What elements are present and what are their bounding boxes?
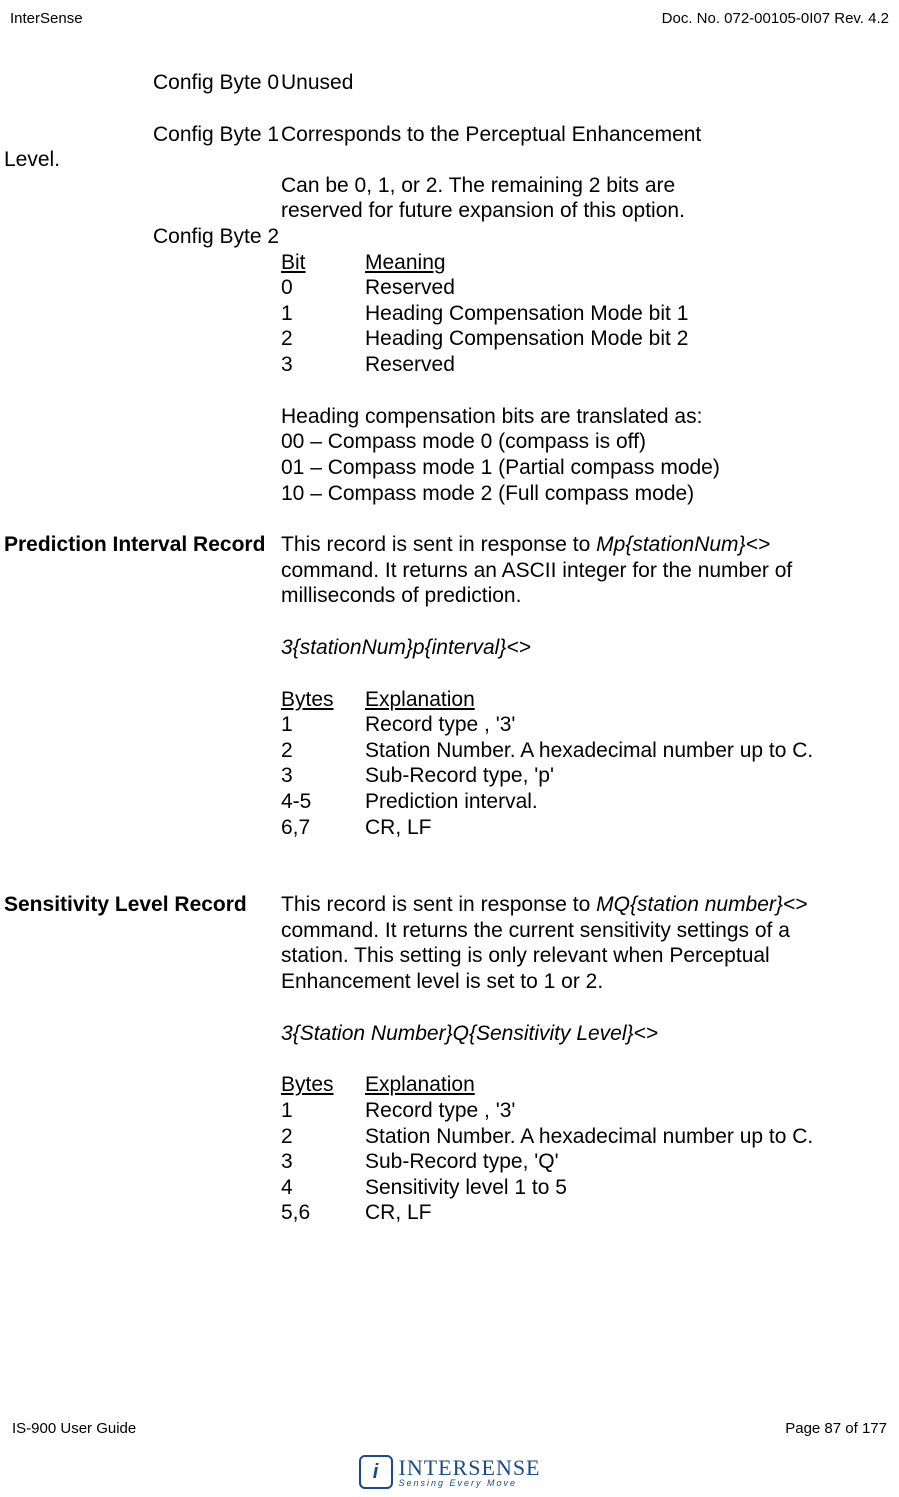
config-byte-0-value: Unused bbox=[281, 70, 899, 96]
config-byte-1-level: Level. bbox=[0, 147, 60, 173]
config-byte-2-label: Config Byte 2 bbox=[0, 224, 281, 250]
bytes-cell: 4-5 bbox=[281, 789, 365, 815]
bytes-cell: 1 bbox=[281, 712, 365, 738]
page-footer: IS-900 User Guide Page 87 of 177 bbox=[0, 1420, 899, 1437]
expl-cell: Prediction interval. bbox=[365, 789, 889, 815]
bytes-cell: 3 bbox=[281, 763, 365, 789]
logo-main-text: INTERSENSE bbox=[399, 1457, 541, 1479]
bytes-cell: 2 bbox=[281, 738, 365, 764]
config-byte-1-line1: Corresponds to the Perceptual Enhancemen… bbox=[281, 122, 899, 148]
bit-cell: 0 bbox=[281, 275, 365, 301]
expl-cell: Station Number. A hexadecimal number up … bbox=[365, 1124, 889, 1150]
compass-mode-0: 00 – Compass mode 0 (compass is off) bbox=[281, 429, 899, 455]
bytes-cell: 3 bbox=[281, 1149, 365, 1175]
page-content: Config Byte 0 Unused Config Byte 1 Corre… bbox=[0, 70, 899, 1226]
compass-mode-1: 01 – Compass mode 1 (Partial compass mod… bbox=[281, 455, 899, 481]
translated-intro: Heading compensation bits are translated… bbox=[281, 404, 899, 430]
expl-cell: Station Number. A hexadecimal number up … bbox=[365, 738, 889, 764]
expl-cell: CR, LF bbox=[365, 815, 889, 841]
expl-cell: CR, LF bbox=[365, 1200, 889, 1226]
expl-cell: Sub-Record type, 'p' bbox=[365, 763, 889, 789]
prediction-desc-line3: milliseconds of prediction. bbox=[281, 583, 899, 609]
bytes-cell: 5,6 bbox=[281, 1200, 365, 1226]
bytes-cell: 2 bbox=[281, 1124, 365, 1150]
prediction-desc-line2: command. It returns an ASCII integer for… bbox=[281, 558, 899, 584]
sensitivity-desc-line3: station. This setting is only relevant w… bbox=[281, 943, 899, 969]
compass-mode-2: 10 – Compass mode 2 (Full compass mode) bbox=[281, 481, 899, 507]
footer-right: Page 87 of 177 bbox=[785, 1420, 887, 1437]
sensitivity-format: 3{Station Number}Q{Sensitivity Level}<> bbox=[281, 1021, 899, 1047]
bytes-header: Bytes bbox=[281, 1072, 365, 1098]
meaning-header: Meaning bbox=[365, 250, 889, 276]
explanation-header: Explanation bbox=[365, 687, 889, 713]
page-header: InterSense Doc. No. 072-00105-0I07 Rev. … bbox=[0, 10, 899, 27]
sensitivity-desc-line4: Enhancement level is set to 1 or 2. bbox=[281, 969, 899, 995]
logo-icon: i bbox=[359, 1455, 393, 1489]
explanation-header: Explanation bbox=[365, 1072, 889, 1098]
expl-cell: Record type , '3' bbox=[365, 1098, 889, 1124]
meaning-cell: Reserved bbox=[365, 275, 889, 301]
bytes-cell: 4 bbox=[281, 1175, 365, 1201]
prediction-desc-line1: This record is sent in response to Mp{st… bbox=[281, 532, 899, 558]
sensitivity-desc-line1: This record is sent in response to MQ{st… bbox=[281, 892, 899, 918]
meaning-cell: Heading Compensation Mode bit 1 bbox=[365, 301, 889, 327]
bit-cell: 3 bbox=[281, 352, 365, 378]
meaning-cell: Heading Compensation Mode bit 2 bbox=[365, 326, 889, 352]
footer-left: IS-900 User Guide bbox=[12, 1420, 136, 1437]
intersense-logo: i INTERSENSE Sensing Every Move bbox=[359, 1455, 541, 1489]
bit-cell: 2 bbox=[281, 326, 365, 352]
config-byte-0-label: Config Byte 0 bbox=[0, 70, 281, 96]
expl-cell: Sub-Record type, 'Q' bbox=[365, 1149, 889, 1175]
bytes-cell: 6,7 bbox=[281, 815, 365, 841]
prediction-format: 3{stationNum}p{interval}<> bbox=[281, 635, 899, 661]
header-right: Doc. No. 072-00105-0I07 Rev. 4.2 bbox=[662, 10, 889, 27]
expl-cell: Record type , '3' bbox=[365, 712, 889, 738]
sensitivity-desc-line2: command. It returns the current sensitiv… bbox=[281, 918, 899, 944]
config-byte-1-line3: reserved for future expansion of this op… bbox=[281, 198, 899, 224]
expl-cell: Sensitivity level 1 to 5 bbox=[365, 1175, 889, 1201]
bit-cell: 1 bbox=[281, 301, 365, 327]
bytes-header: Bytes bbox=[281, 687, 365, 713]
bit-header: Bit bbox=[281, 250, 365, 276]
prediction-title: Prediction Interval Record bbox=[0, 532, 281, 558]
config-byte-1-line2: Can be 0, 1, or 2. The remaining 2 bits … bbox=[281, 173, 899, 199]
logo-sub-text: Sensing Every Move bbox=[399, 1479, 541, 1488]
header-left: InterSense bbox=[10, 10, 83, 27]
bytes-cell: 1 bbox=[281, 1098, 365, 1124]
sensitivity-title: Sensitivity Level Record bbox=[0, 892, 281, 918]
config-byte-1-label: Config Byte 1 bbox=[0, 122, 281, 148]
meaning-cell: Reserved bbox=[365, 352, 889, 378]
